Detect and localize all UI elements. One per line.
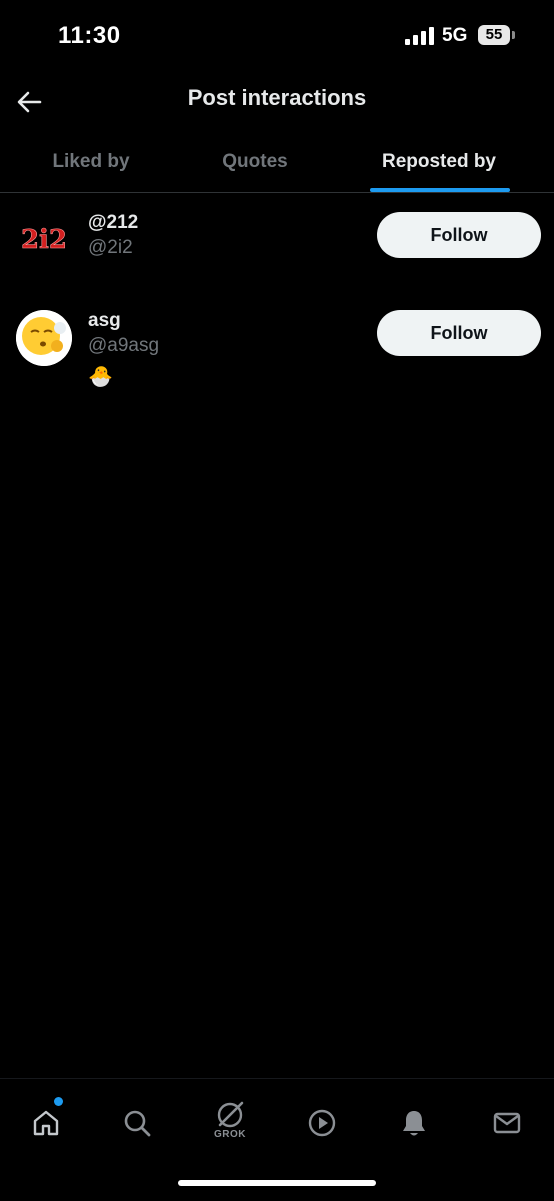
user-bio: 🐣 bbox=[88, 366, 113, 388]
battery-tip bbox=[512, 31, 515, 39]
tab-liked-by[interactable]: Liked by bbox=[0, 132, 182, 192]
home-icon bbox=[33, 1110, 59, 1136]
video-icon bbox=[308, 1109, 336, 1137]
user-handle: @2i2 bbox=[88, 237, 133, 258]
nav-search[interactable] bbox=[109, 1095, 165, 1151]
avatar[interactable]: 2i2 bbox=[16, 210, 72, 266]
nav-grok[interactable]: GROK bbox=[202, 1091, 258, 1147]
tab-bar: Liked by Quotes Reposted by bbox=[0, 132, 554, 193]
active-tab-indicator bbox=[370, 188, 510, 192]
header: Post interactions bbox=[0, 76, 554, 132]
nav-messages[interactable] bbox=[479, 1095, 535, 1151]
list-item[interactable]: 2i2 @212 @2i2 Follow bbox=[0, 196, 554, 292]
tab-quotes[interactable]: Quotes bbox=[182, 132, 328, 192]
status-bar: 11:30 5G 55 bbox=[0, 0, 554, 76]
signal-icon bbox=[405, 27, 434, 45]
display-name[interactable]: asg bbox=[88, 310, 121, 332]
svg-text:2i2: 2i2 bbox=[21, 225, 67, 255]
search-icon bbox=[124, 1110, 151, 1137]
nav-video[interactable] bbox=[294, 1095, 350, 1151]
user-handle: @a9asg bbox=[88, 335, 160, 356]
home-indicator[interactable] bbox=[178, 1180, 376, 1186]
status-time: 11:30 bbox=[58, 22, 121, 49]
nav-home[interactable] bbox=[18, 1095, 74, 1151]
grok-label: GROK bbox=[214, 1128, 246, 1140]
follow-button[interactable]: Follow bbox=[377, 212, 541, 258]
messages-icon bbox=[493, 1112, 521, 1134]
nav-notifications[interactable] bbox=[386, 1095, 442, 1151]
avatar-logo-icon: 2i2 bbox=[16, 210, 72, 266]
follow-button[interactable]: Follow bbox=[377, 310, 541, 356]
tab-reposted-by[interactable]: Reposted by bbox=[328, 132, 550, 192]
page-title: Post interactions bbox=[187, 85, 367, 110]
avatar[interactable] bbox=[16, 310, 72, 366]
grok-icon bbox=[217, 1101, 244, 1127]
notification-dot bbox=[54, 1097, 63, 1106]
notifications-icon bbox=[403, 1111, 425, 1136]
emoji-avatar-icon bbox=[16, 310, 72, 366]
list-item[interactable]: asg @a9asg 🐣 Follow bbox=[0, 294, 554, 404]
display-name[interactable]: @212 bbox=[88, 212, 138, 234]
battery-icon: 55 bbox=[478, 25, 510, 45]
network-label: 5G bbox=[442, 25, 468, 46]
